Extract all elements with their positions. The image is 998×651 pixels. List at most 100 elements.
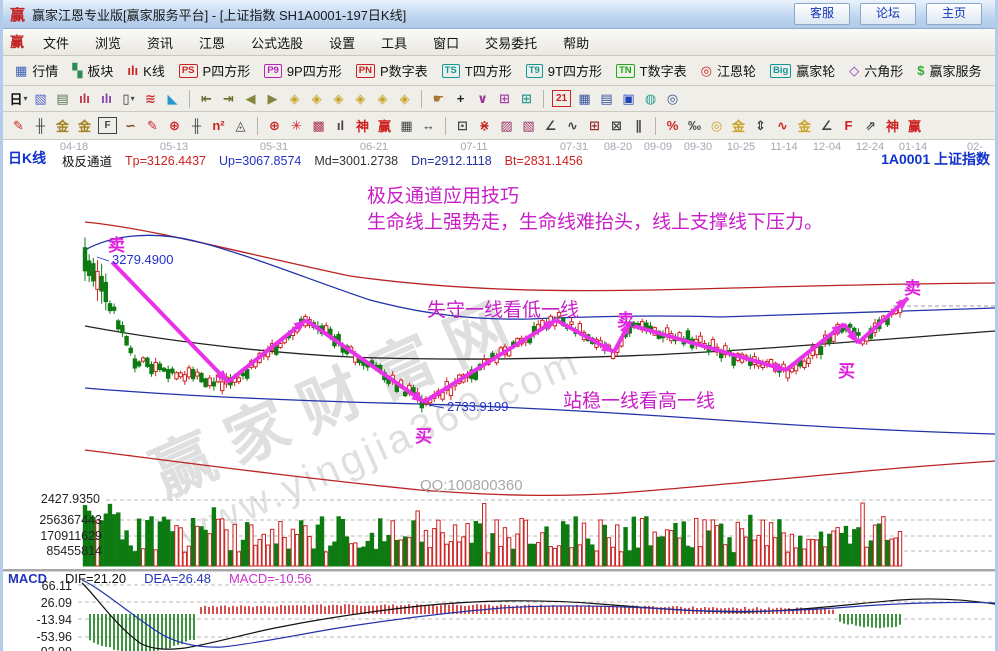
tool-P数字表[interactable]: PNP数字表 [349,61,435,80]
toolbar-icon-toolbar3-28[interactable]: ⊠ [606,115,627,136]
toolbar-icon-toolbar3-13[interactable]: ✳ [286,115,307,136]
toolbar-icon-toolbar2-5[interactable]: ▯▾ [118,88,139,109]
toolbar-icon-toolbar3-18[interactable]: ▦ [396,115,417,136]
tool-板块[interactable]: ▚板块 [65,61,120,80]
tool-T数字表[interactable]: TNT数字表 [609,61,694,80]
menu-item-交易委托[interactable]: 交易委托 [472,30,550,55]
toolbar-icon-toolbar2-4[interactable]: ılı [96,88,117,109]
toolbar-icon-toolbar2-31[interactable]: ◎ [662,88,683,109]
tool-label: 9T四方形 [548,61,602,80]
toolbar-icon-toolbar2-10[interactable]: ⇥ [218,88,239,109]
menu-item-窗口[interactable]: 窗口 [420,30,472,55]
toolbar-icon-toolbar3-38[interactable]: ∠ [816,115,837,136]
toolbar-icon-toolbar3-16[interactable]: 神 [352,115,373,136]
toolbar-icon-toolbar3-5[interactable]: ∽ [120,115,141,136]
toolbar-icon-toolbar2-9[interactable]: ⇤ [196,88,217,109]
toolbar-icon-toolbar3-10[interactable]: ◬ [230,115,251,136]
toolbar-icon-toolbar3-41[interactable]: 神 [882,115,903,136]
江恩轮-icon: ◎ [701,63,712,78]
toolbar-icon-toolbar3-6[interactable]: ✎ [142,115,163,136]
toolbar-icon-toolbar3-0[interactable]: ✎ [8,115,29,136]
toolbar-icon-toolbar3-14[interactable]: ▩ [308,115,329,136]
toolbar-icon-toolbar3-27[interactable]: ⊞ [584,115,605,136]
toolbar-icon-toolbar2-16[interactable]: ◈ [350,88,371,109]
toolbar-icon-toolbar3-33[interactable]: ◎ [706,115,727,136]
toolbar-icon-toolbar2-3[interactable]: ılı [74,88,95,109]
toolbar-icon-toolbar3-9[interactable]: n² [208,115,229,136]
toolbar-icon-toolbar2-11[interactable]: ◀ [240,88,261,109]
toolbar-icon-toolbar3-42[interactable]: 赢 [904,115,925,136]
toolbar-icon-toolbar2-27[interactable]: ▦ [574,88,595,109]
menu-item-江恩[interactable]: 江恩 [186,30,238,55]
toolbar-icon-toolbar2-15[interactable]: ◈ [328,88,349,109]
toolbar-icon-toolbar2-28[interactable]: ▤ [596,88,617,109]
toolbar-icon-toolbar3-2[interactable]: 金 [52,115,73,136]
tool-江恩轮[interactable]: ◎江恩轮 [694,61,763,80]
toolbar-icon-toolbar3-35[interactable]: ⇕ [750,115,771,136]
toolbar-icon-toolbar2-7[interactable]: ◣ [162,88,183,109]
toolbar-icon-toolbar2-2[interactable]: ▤ [52,88,73,109]
toolbar-icon-toolbar2-18[interactable]: ◈ [394,88,415,109]
homepage-button[interactable]: 主页 [926,3,982,25]
tool-赢家轮[interactable]: Big赢家轮 [763,61,842,80]
toolbar-icon-toolbar2-12[interactable]: ▶ [262,88,283,109]
tool-K线[interactable]: ılıK线 [120,61,172,80]
toolbar-icon-toolbar3-34[interactable]: 金 [728,115,749,136]
toolbar-icon-toolbar3-1[interactable]: ╫ [30,115,51,136]
toolbar-icon-toolbar3-39[interactable]: F [838,115,859,136]
menu-item-帮助[interactable]: 帮助 [550,30,602,55]
tool-六角形[interactable]: ◇六角形 [842,61,910,80]
toolbar-icon-toolbar3-15[interactable]: ıl [330,115,351,136]
toolbar-icon-toolbar3-4[interactable]: F [98,117,117,134]
toolbar-icon-toolbar3-25[interactable]: ∠ [540,115,561,136]
toolbar-icon-toolbar3-23[interactable]: ▨ [496,115,517,136]
forum-button[interactable]: 论坛 [860,3,916,25]
toolbar-separator [543,90,544,108]
kline-chart-canvas[interactable] [0,140,998,651]
menu-item-设置[interactable]: 设置 [316,30,368,55]
toolbar-icon-toolbar3-36[interactable]: ∿ [772,115,793,136]
toolbar-icon-toolbar3-19[interactable]: ↔ [418,115,439,136]
menu-item-浏览[interactable]: 浏览 [82,30,134,55]
toolbar-icon-toolbar2-6[interactable]: ≋ [140,88,161,109]
tool-9P四方形[interactable]: P99P四方形 [257,61,349,80]
toolbar-icon-toolbar3-37[interactable]: 金 [794,115,815,136]
chart-area[interactable]: 赢家财富网 www.yingjia360.com [0,140,998,651]
toolbar-icon-toolbar3-21[interactable]: ⊡ [452,115,473,136]
toolbar-icon-toolbar3-24[interactable]: ▧ [518,115,539,136]
toolbar-icon-toolbar2-21[interactable]: + [450,88,471,109]
toolbar-icon-toolbar2-23[interactable]: ⊞ [494,88,515,109]
toolbar-icon-toolbar3-31[interactable]: % [662,115,683,136]
toolbar-icon-toolbar2-20[interactable]: ☛ [428,88,449,109]
toolbar-icon-toolbar2-1[interactable]: ▧ [30,88,51,109]
toolbar-icon-toolbar2-17[interactable]: ◈ [372,88,393,109]
toolbar-icon-toolbar3-17[interactable]: 赢 [374,115,395,136]
toolbar-icon-toolbar2-22[interactable]: ∨ [472,88,493,109]
toolbar-icon-toolbar2-13[interactable]: ◈ [284,88,305,109]
tool-P四方形[interactable]: PSP四方形 [172,61,257,80]
menu-item-工具[interactable]: 工具 [368,30,420,55]
toolbar-icon-toolbar2-29[interactable]: ▣ [618,88,639,109]
toolbar-icon-toolbar3-7[interactable]: ⊕ [164,115,185,136]
toolbar-icon-toolbar3-22[interactable]: ⋇ [474,115,495,136]
customer-service-button[interactable]: 客服 [794,3,850,25]
menu-item-公式选股[interactable]: 公式选股 [238,30,316,55]
toolbar-icon-toolbar3-3[interactable]: 金 [74,115,95,136]
toolbar-icon-toolbar3-12[interactable]: ⊕ [264,115,285,136]
toolbar-icon-toolbar2-0[interactable]: 日▾ [8,88,29,109]
toolbar-icon-toolbar3-26[interactable]: ∿ [562,115,583,136]
toolbar-icon-toolbar3-8[interactable]: ╫ [186,115,207,136]
toolbar-icon-toolbar2-26[interactable]: 21 [552,90,571,107]
toolbar-icon-toolbar2-30[interactable]: ◍ [640,88,661,109]
toolbar-icon-toolbar3-29[interactable]: ∥ [628,115,649,136]
toolbar-icon-toolbar3-32[interactable]: ‰ [684,115,705,136]
tool-行情[interactable]: ▦行情 [8,61,65,80]
toolbar-icon-toolbar2-14[interactable]: ◈ [306,88,327,109]
menu-item-文件[interactable]: 文件 [30,30,82,55]
toolbar-icon-toolbar2-24[interactable]: ⊞ [516,88,537,109]
tool-9T四方形[interactable]: T99T四方形 [519,61,609,80]
tool-T四方形[interactable]: TST四方形 [435,61,519,80]
tool-赢家服务[interactable]: $赢家服务 [910,61,988,80]
toolbar-icon-toolbar3-40[interactable]: ⇗ [860,115,881,136]
menu-item-资讯[interactable]: 资讯 [134,30,186,55]
